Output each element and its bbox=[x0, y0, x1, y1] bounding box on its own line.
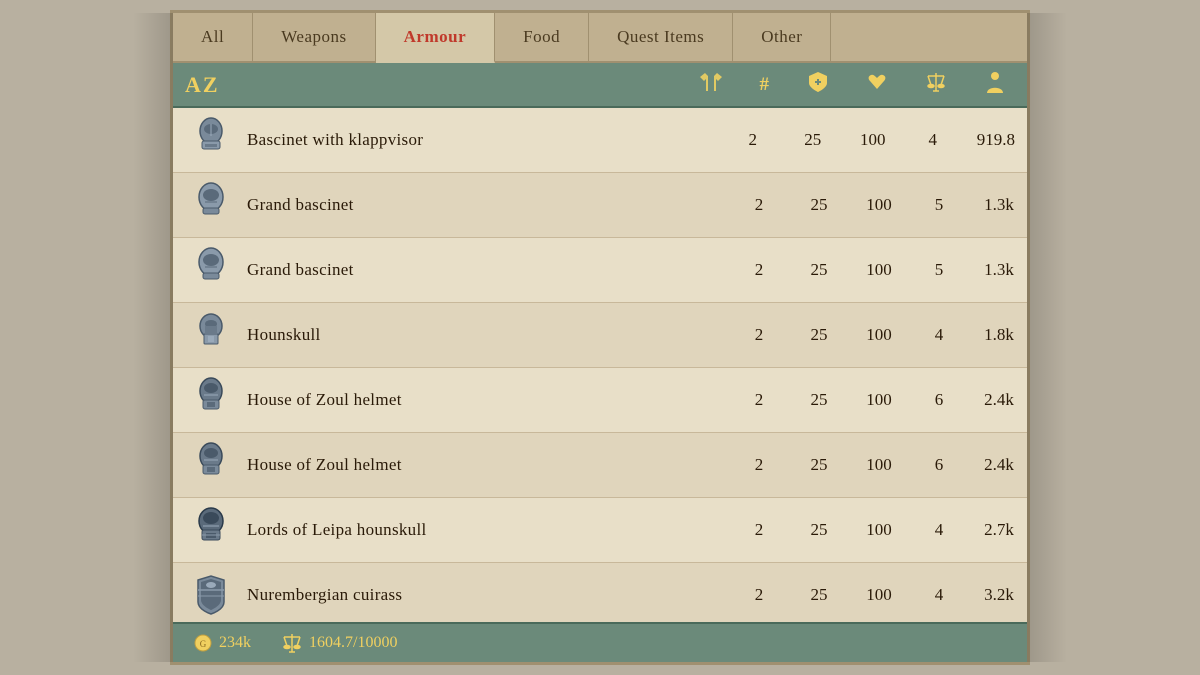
header-icons: # bbox=[385, 71, 1015, 98]
health-icon bbox=[867, 72, 887, 97]
item-name: Grand bascinet bbox=[247, 260, 735, 280]
item-stats: 2 25 100 5 1.3k bbox=[735, 195, 1015, 215]
stat-col4: 6 bbox=[923, 390, 955, 410]
list-item[interactable]: Grand bascinet 2 25 100 5 1.3k bbox=[173, 238, 1027, 303]
item-stats: 2 25 100 4 3.2k bbox=[735, 585, 1015, 605]
stat-col2: 25 bbox=[797, 130, 829, 150]
stat-col1: 2 bbox=[743, 390, 775, 410]
stat-price: 1.3k bbox=[983, 195, 1015, 215]
stat-col2: 25 bbox=[803, 585, 835, 605]
stat-col4: 4 bbox=[923, 520, 955, 540]
item-icon bbox=[185, 504, 237, 556]
stat-col3: 100 bbox=[863, 195, 895, 215]
footer-groschen: G 234k bbox=[193, 633, 251, 653]
stat-col3: 100 bbox=[863, 260, 895, 280]
stat-col4: 5 bbox=[923, 195, 955, 215]
stat-col3: 100 bbox=[863, 325, 895, 345]
item-icon bbox=[185, 569, 237, 621]
svg-text:G: G bbox=[200, 639, 207, 649]
stat-price: 1.3k bbox=[983, 260, 1015, 280]
stat-col4: 4 bbox=[917, 130, 949, 150]
groschen-icon: G bbox=[193, 633, 213, 653]
item-name: House of Zoul helmet bbox=[247, 455, 735, 475]
stat-col4: 5 bbox=[923, 260, 955, 280]
stat-col1: 2 bbox=[743, 325, 775, 345]
stat-col2: 25 bbox=[803, 520, 835, 540]
item-icon bbox=[185, 244, 237, 296]
stat-col1: 2 bbox=[743, 260, 775, 280]
inventory-panel: All Weapons Armour Food Quest Items Othe… bbox=[170, 10, 1030, 665]
item-stats: 2 25 100 6 2.4k bbox=[735, 455, 1015, 475]
stat-col3: 100 bbox=[857, 130, 889, 150]
list-item[interactable]: Bascinet with klappvisor 2 25 100 4 919.… bbox=[173, 108, 1027, 173]
item-stats: 2 25 100 4 1.8k bbox=[735, 325, 1015, 345]
stat-col1: 2 bbox=[743, 195, 775, 215]
item-name: House of Zoul helmet bbox=[247, 390, 735, 410]
item-name: Nurembergian cuirass bbox=[247, 585, 735, 605]
stat-col1: 2 bbox=[743, 520, 775, 540]
item-name: Lords of Leipa hounskull bbox=[247, 520, 735, 540]
footer-weight: 1604.7/10000 bbox=[281, 632, 397, 654]
count-icon: # bbox=[760, 74, 770, 96]
shirt-icon bbox=[700, 71, 722, 98]
stat-col1: 2 bbox=[743, 455, 775, 475]
stat-col1: 2 bbox=[737, 130, 769, 150]
tab-other[interactable]: Other bbox=[733, 13, 831, 61]
tab-quest-items[interactable]: Quest Items bbox=[589, 13, 733, 61]
item-stats: 2 25 100 6 2.4k bbox=[735, 390, 1015, 410]
list-header: AZ # bbox=[173, 63, 1027, 108]
stat-col1: 2 bbox=[743, 585, 775, 605]
stat-price: 919.8 bbox=[977, 130, 1015, 150]
item-stats: 2 25 100 4 919.8 bbox=[735, 130, 1015, 150]
stat-col4: 6 bbox=[923, 455, 955, 475]
list-item[interactable]: Hounskull 2 25 100 4 1.8k bbox=[173, 303, 1027, 368]
item-stats: 2 25 100 4 2.7k bbox=[735, 520, 1015, 540]
item-icon bbox=[185, 179, 237, 231]
item-stats: 2 25 100 5 1.3k bbox=[735, 260, 1015, 280]
stat-col2: 25 bbox=[803, 260, 835, 280]
item-icon bbox=[185, 309, 237, 361]
footer-bar: G 234k 1604.7/10000 bbox=[173, 622, 1027, 662]
item-name: Hounskull bbox=[247, 325, 735, 345]
stat-col2: 25 bbox=[803, 390, 835, 410]
item-icon bbox=[185, 374, 237, 426]
stat-price: 2.4k bbox=[983, 455, 1015, 475]
stat-col3: 100 bbox=[863, 455, 895, 475]
tab-food[interactable]: Food bbox=[495, 13, 589, 61]
tab-bar: All Weapons Armour Food Quest Items Othe… bbox=[173, 13, 1027, 63]
merchant-icon bbox=[985, 71, 1005, 98]
stat-col3: 100 bbox=[863, 585, 895, 605]
groschen-value: 234k bbox=[219, 634, 251, 652]
list-item[interactable]: Lords of Leipa hounskull 2 25 100 4 2.7k bbox=[173, 498, 1027, 563]
item-name: Bascinet with klappvisor bbox=[247, 130, 735, 150]
weight-icon bbox=[925, 71, 947, 98]
scale-footer-icon bbox=[281, 632, 303, 654]
stat-col3: 100 bbox=[863, 390, 895, 410]
item-name: Grand bascinet bbox=[247, 195, 735, 215]
list-item[interactable]: Nurembergian cuirass 2 25 100 4 3.2k bbox=[173, 563, 1027, 623]
sort-label[interactable]: AZ bbox=[185, 72, 385, 98]
tab-weapons[interactable]: Weapons bbox=[253, 13, 375, 61]
stat-col2: 25 bbox=[803, 325, 835, 345]
item-icon bbox=[185, 114, 237, 166]
stat-price: 1.8k bbox=[983, 325, 1015, 345]
tab-all[interactable]: All bbox=[173, 13, 253, 61]
stat-price: 2.4k bbox=[983, 390, 1015, 410]
stat-col2: 25 bbox=[803, 195, 835, 215]
weight-value: 1604.7/10000 bbox=[309, 634, 397, 652]
list-item[interactable]: Grand bascinet 2 25 100 5 1.3k bbox=[173, 173, 1027, 238]
tab-armour[interactable]: Armour bbox=[376, 13, 495, 63]
stat-col2: 25 bbox=[803, 455, 835, 475]
defense-icon bbox=[807, 71, 829, 98]
stat-col3: 100 bbox=[863, 520, 895, 540]
stat-col4: 4 bbox=[923, 585, 955, 605]
list-item[interactable]: House of Zoul helmet 2 25 100 6 2.4k bbox=[173, 433, 1027, 498]
stat-col4: 4 bbox=[923, 325, 955, 345]
item-list: Bascinet with klappvisor 2 25 100 4 919.… bbox=[173, 108, 1027, 623]
stat-price: 2.7k bbox=[983, 520, 1015, 540]
stat-price: 3.2k bbox=[983, 585, 1015, 605]
item-icon bbox=[185, 439, 237, 491]
list-item[interactable]: House of Zoul helmet 2 25 100 6 2.4k bbox=[173, 368, 1027, 433]
